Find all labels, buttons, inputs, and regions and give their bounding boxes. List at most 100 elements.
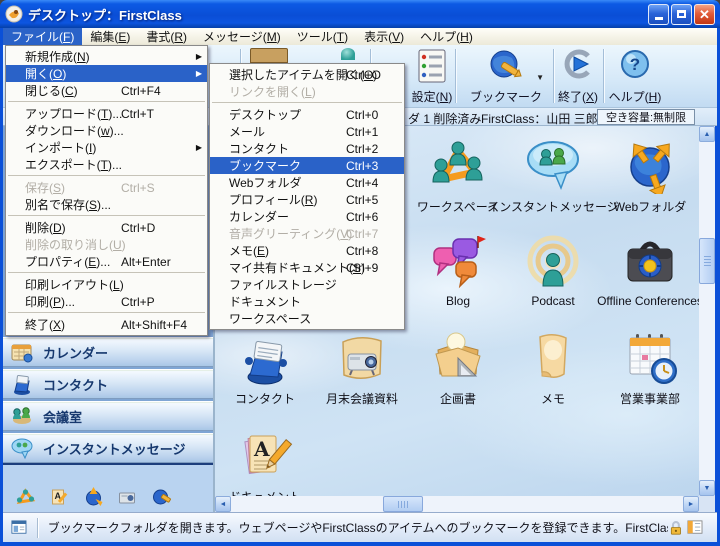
menu-item-new[interactable]: 新規作成(N)▶ xyxy=(6,48,207,65)
app-logo-icon xyxy=(5,5,23,23)
menu-view[interactable]: 表示(V) xyxy=(356,28,412,45)
menu-item-close[interactable]: 閉じる(C)Ctrl+F4 xyxy=(6,82,207,99)
menu-tools[interactable]: ツール(T) xyxy=(289,28,356,45)
vertical-scrollbar[interactable]: ▲ ▼ xyxy=(699,126,715,496)
documents-shortcut-icon[interactable]: A xyxy=(49,487,70,507)
desktop-icon-podcast[interactable]: Podcast xyxy=(507,234,599,308)
webfolder-shortcut-icon[interactable] xyxy=(83,487,104,507)
bookmark-button[interactable]: ▼ ブックマーク xyxy=(462,49,550,105)
quit-label: 終了(X) xyxy=(558,88,598,105)
svg-text:?: ? xyxy=(630,55,640,74)
vertical-scroll-thumb[interactable] xyxy=(699,238,715,284)
preferences-button[interactable]: 設定(N) xyxy=(402,49,462,105)
toolbar-separator xyxy=(603,49,605,103)
submenu-item-webfolder[interactable]: WebフォルダCtrl+4 xyxy=(210,174,404,191)
horizontal-scrollbar[interactable]: ◄ ► xyxy=(215,496,699,512)
submenu-item-open-link: リンクを開く(L) xyxy=(210,83,404,100)
briefcase-icon xyxy=(622,234,678,290)
desktop-icon-proposal[interactable]: 企画書 xyxy=(412,330,504,407)
submenu-item-profile[interactable]: プロフィール(R)Ctrl+5 xyxy=(210,191,404,208)
menu-item-download[interactable]: ダウンロード(w)... xyxy=(6,122,207,139)
bookmark-shortcut-icon[interactable] xyxy=(151,487,172,507)
submenu-item-voice-greeting: 音声グリーティング(V)Ctrl+7 xyxy=(210,225,404,242)
scroll-down-button[interactable]: ▼ xyxy=(699,480,715,496)
menu-help[interactable]: ヘルプ(H) xyxy=(412,28,481,45)
layout-panel-icon[interactable] xyxy=(687,519,703,536)
submenu-item-workspace[interactable]: ワークスペース xyxy=(210,310,404,327)
desktop-icon-offline-conferences[interactable]: Offline Conferences xyxy=(595,234,699,308)
instant-message-icon xyxy=(9,436,35,460)
submenu-item-my-shared-documents[interactable]: マイ共有ドキュメント(S)Ctrl+9 xyxy=(210,259,404,276)
quit-button[interactable]: 終了(X) xyxy=(555,49,601,105)
submenu-item-memo[interactable]: メモ(E)Ctrl+8 xyxy=(210,242,404,259)
sidebar-item-calendar[interactable]: カレンダー xyxy=(3,337,213,367)
sidebar-item-contacts[interactable]: コンタクト xyxy=(3,369,213,399)
scroll-up-button[interactable]: ▲ xyxy=(699,126,715,142)
scrollbar-corner xyxy=(699,496,715,512)
desktop-icon-instant-message[interactable]: インスタントメッセージ xyxy=(507,138,599,215)
menu-item-export[interactable]: エクスポート(T)... xyxy=(6,156,207,173)
menu-message[interactable]: メッセージ(M) xyxy=(195,28,289,45)
desktop-icon-memo[interactable]: メモ xyxy=(507,330,599,407)
menu-item-save-as[interactable]: 別名で保存(S)... xyxy=(6,196,207,213)
desktop-icon-contacts[interactable]: コンタクト xyxy=(219,330,311,407)
menu-item-import[interactable]: インポート(I)▶ xyxy=(6,139,207,156)
desktop-icon-sales-division[interactable]: 営業事業部 xyxy=(604,330,696,407)
quota-text: 空き容量:無制限 xyxy=(606,109,686,125)
submenu-item-mail[interactable]: メールCtrl+1 xyxy=(210,123,404,140)
desktop-icon-blog[interactable]: Blog xyxy=(412,234,504,308)
submenu-item-file-storage[interactable]: ファイルストレージ xyxy=(210,276,404,293)
desktop-icon-webfolder[interactable]: Webフォルダ xyxy=(604,138,696,215)
menu-separator xyxy=(8,101,205,102)
scroll-right-button[interactable]: ► xyxy=(683,496,699,512)
menu-item-properties[interactable]: プロパティ(E)...Alt+Enter xyxy=(6,253,207,270)
horizontal-scroll-thumb[interactable] xyxy=(383,496,423,512)
menu-item-open[interactable]: 開く(O)▶ xyxy=(6,65,207,82)
menu-item-exit[interactable]: 終了(X)Alt+Shift+F4 xyxy=(6,316,207,333)
open-submenu-popup: 選択したアイテムを開く(O)Ctrl+O リンクを開く(L) デスクトップCtr… xyxy=(209,63,405,330)
menu-format[interactable]: 書式(R) xyxy=(138,28,195,45)
maximize-icon xyxy=(677,10,686,18)
menu-item-delete[interactable]: 削除(D)Ctrl+D xyxy=(6,219,207,236)
projector-folder-icon xyxy=(334,330,390,386)
application-window: デスクトップ：FirstClass ✕ ファイル(F) 編集(E) 書式(R) … xyxy=(0,0,720,546)
logged-in-user: FirstClass：山田 三郎 xyxy=(481,110,598,127)
sidebar-item-instant-message[interactable]: インスタントメッセージ xyxy=(3,433,213,463)
submenu-item-contacts[interactable]: コンタクトCtrl+2 xyxy=(210,140,404,157)
sidebar-item-conferences[interactable]: 会議室 xyxy=(3,401,213,431)
submenu-item-calendar[interactable]: カレンダーCtrl+6 xyxy=(210,208,404,225)
menu-item-print[interactable]: 印刷(P)...Ctrl+P xyxy=(6,293,207,310)
submenu-item-documents[interactable]: ドキュメント xyxy=(210,293,404,310)
file-menu-popup: 新規作成(N)▶ 開く(O)▶ 閉じる(C)Ctrl+F4 アップロード(T).… xyxy=(5,45,208,336)
workspace-icon xyxy=(430,138,486,194)
menu-file[interactable]: ファイル(F) xyxy=(3,28,82,45)
panel-toggle-icon[interactable] xyxy=(11,519,27,536)
sidebar-item-label: カレンダー xyxy=(43,343,108,362)
submenu-item-desktop[interactable]: デスクトップCtrl+0 xyxy=(210,106,404,123)
workspace-shortcut-icon[interactable] xyxy=(15,487,36,507)
maximize-button[interactable] xyxy=(671,4,692,25)
statusbar-message: ブックマークフォルダを開きます。ウェブページやFirstClassのアイテムへの… xyxy=(48,519,668,536)
podcast-icon xyxy=(525,234,581,290)
hidden-toolbar-icon xyxy=(250,48,288,63)
calendar-icon xyxy=(9,340,35,364)
contact-icon xyxy=(237,330,293,386)
close-button[interactable]: ✕ xyxy=(694,4,715,25)
minimize-button[interactable] xyxy=(648,4,669,25)
quit-icon xyxy=(563,49,593,79)
menu-item-undelete: 削除の取り消し(U) xyxy=(6,236,207,253)
menu-edit[interactable]: 編集(E) xyxy=(82,28,138,45)
help-icon: ? xyxy=(620,49,650,79)
help-button[interactable]: ? ヘルプ(H) xyxy=(608,49,662,105)
file-storage-shortcut-icon[interactable] xyxy=(117,487,138,507)
submenu-item-open-selected[interactable]: 選択したアイテムを開く(O)Ctrl+O xyxy=(210,66,404,83)
chevron-down-icon[interactable]: ▼ xyxy=(536,73,544,82)
sidebar-item-label: 会議室 xyxy=(43,407,82,426)
document-icon: A xyxy=(237,428,293,484)
menu-item-print-layout[interactable]: 印刷レイアウト(L) xyxy=(6,276,207,293)
desktop-icon-monthly-meeting-docs[interactable]: 月末会議資料 xyxy=(316,330,408,407)
scroll-left-button[interactable]: ◄ xyxy=(215,496,231,512)
menu-item-upload[interactable]: アップロード(T)...Ctrl+T xyxy=(6,105,207,122)
submenu-item-bookmarks[interactable]: ブックマークCtrl+3 xyxy=(210,157,404,174)
desktop-icon-documents[interactable]: A ドキュメント xyxy=(219,428,311,496)
